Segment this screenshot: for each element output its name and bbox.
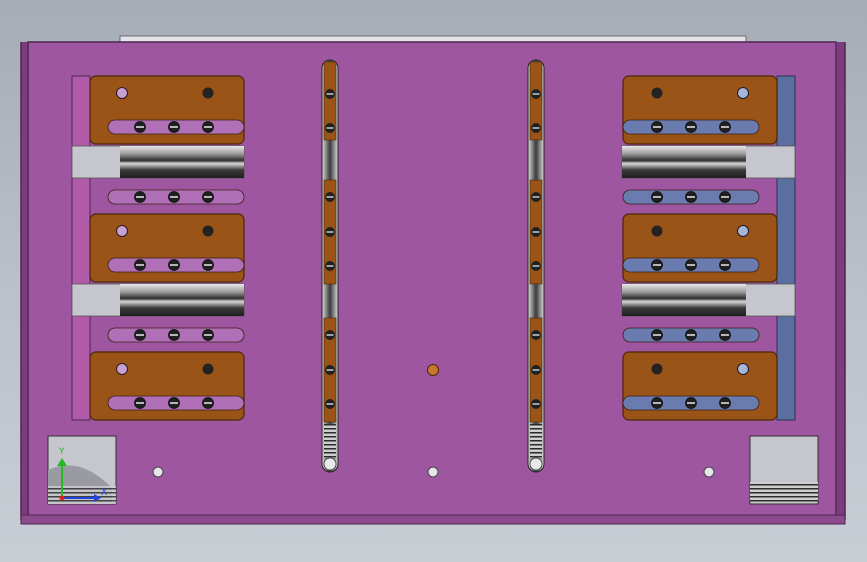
top-rail-edge [119, 35, 747, 43]
bracket-plate [89, 75, 245, 145]
upper-slot-channel [107, 189, 245, 205]
pin-hole [651, 363, 663, 375]
bracket-plate [622, 351, 778, 421]
bracket-plate [622, 75, 778, 145]
left-vertical-slot [321, 59, 339, 473]
bracket-plate [89, 351, 245, 421]
plate-hole [152, 466, 164, 478]
upper-slot-channel [107, 327, 245, 343]
left-bracket-assembly [71, 75, 245, 421]
right-bracket-assembly [621, 75, 796, 421]
pin-hole [651, 87, 663, 99]
pin-hole [116, 225, 128, 237]
pin-hole [116, 87, 128, 99]
bracket-plate [89, 213, 245, 283]
plate-hole [703, 466, 715, 478]
pin-hole [202, 225, 214, 237]
slot-end [529, 457, 543, 471]
upper-slot-channel [622, 327, 760, 343]
pin-hole [737, 225, 749, 237]
y-axis-label: Y [58, 447, 65, 457]
pin-hole [116, 363, 128, 375]
pin-hole [202, 87, 214, 99]
pin-hole [202, 363, 214, 375]
cad-viewport[interactable]: Y X [0, 0, 867, 562]
plate-hole [427, 466, 439, 478]
center-hole-brown [427, 364, 439, 376]
pin-hole [651, 225, 663, 237]
slot-end [323, 457, 337, 471]
upper-slot-channel [622, 189, 760, 205]
pin-hole [737, 87, 749, 99]
x-axis-label: X [101, 488, 107, 498]
bracket-plate [622, 213, 778, 283]
bottom-right-block [749, 435, 819, 505]
pin-hole [737, 363, 749, 375]
right-vertical-slot [527, 59, 545, 473]
